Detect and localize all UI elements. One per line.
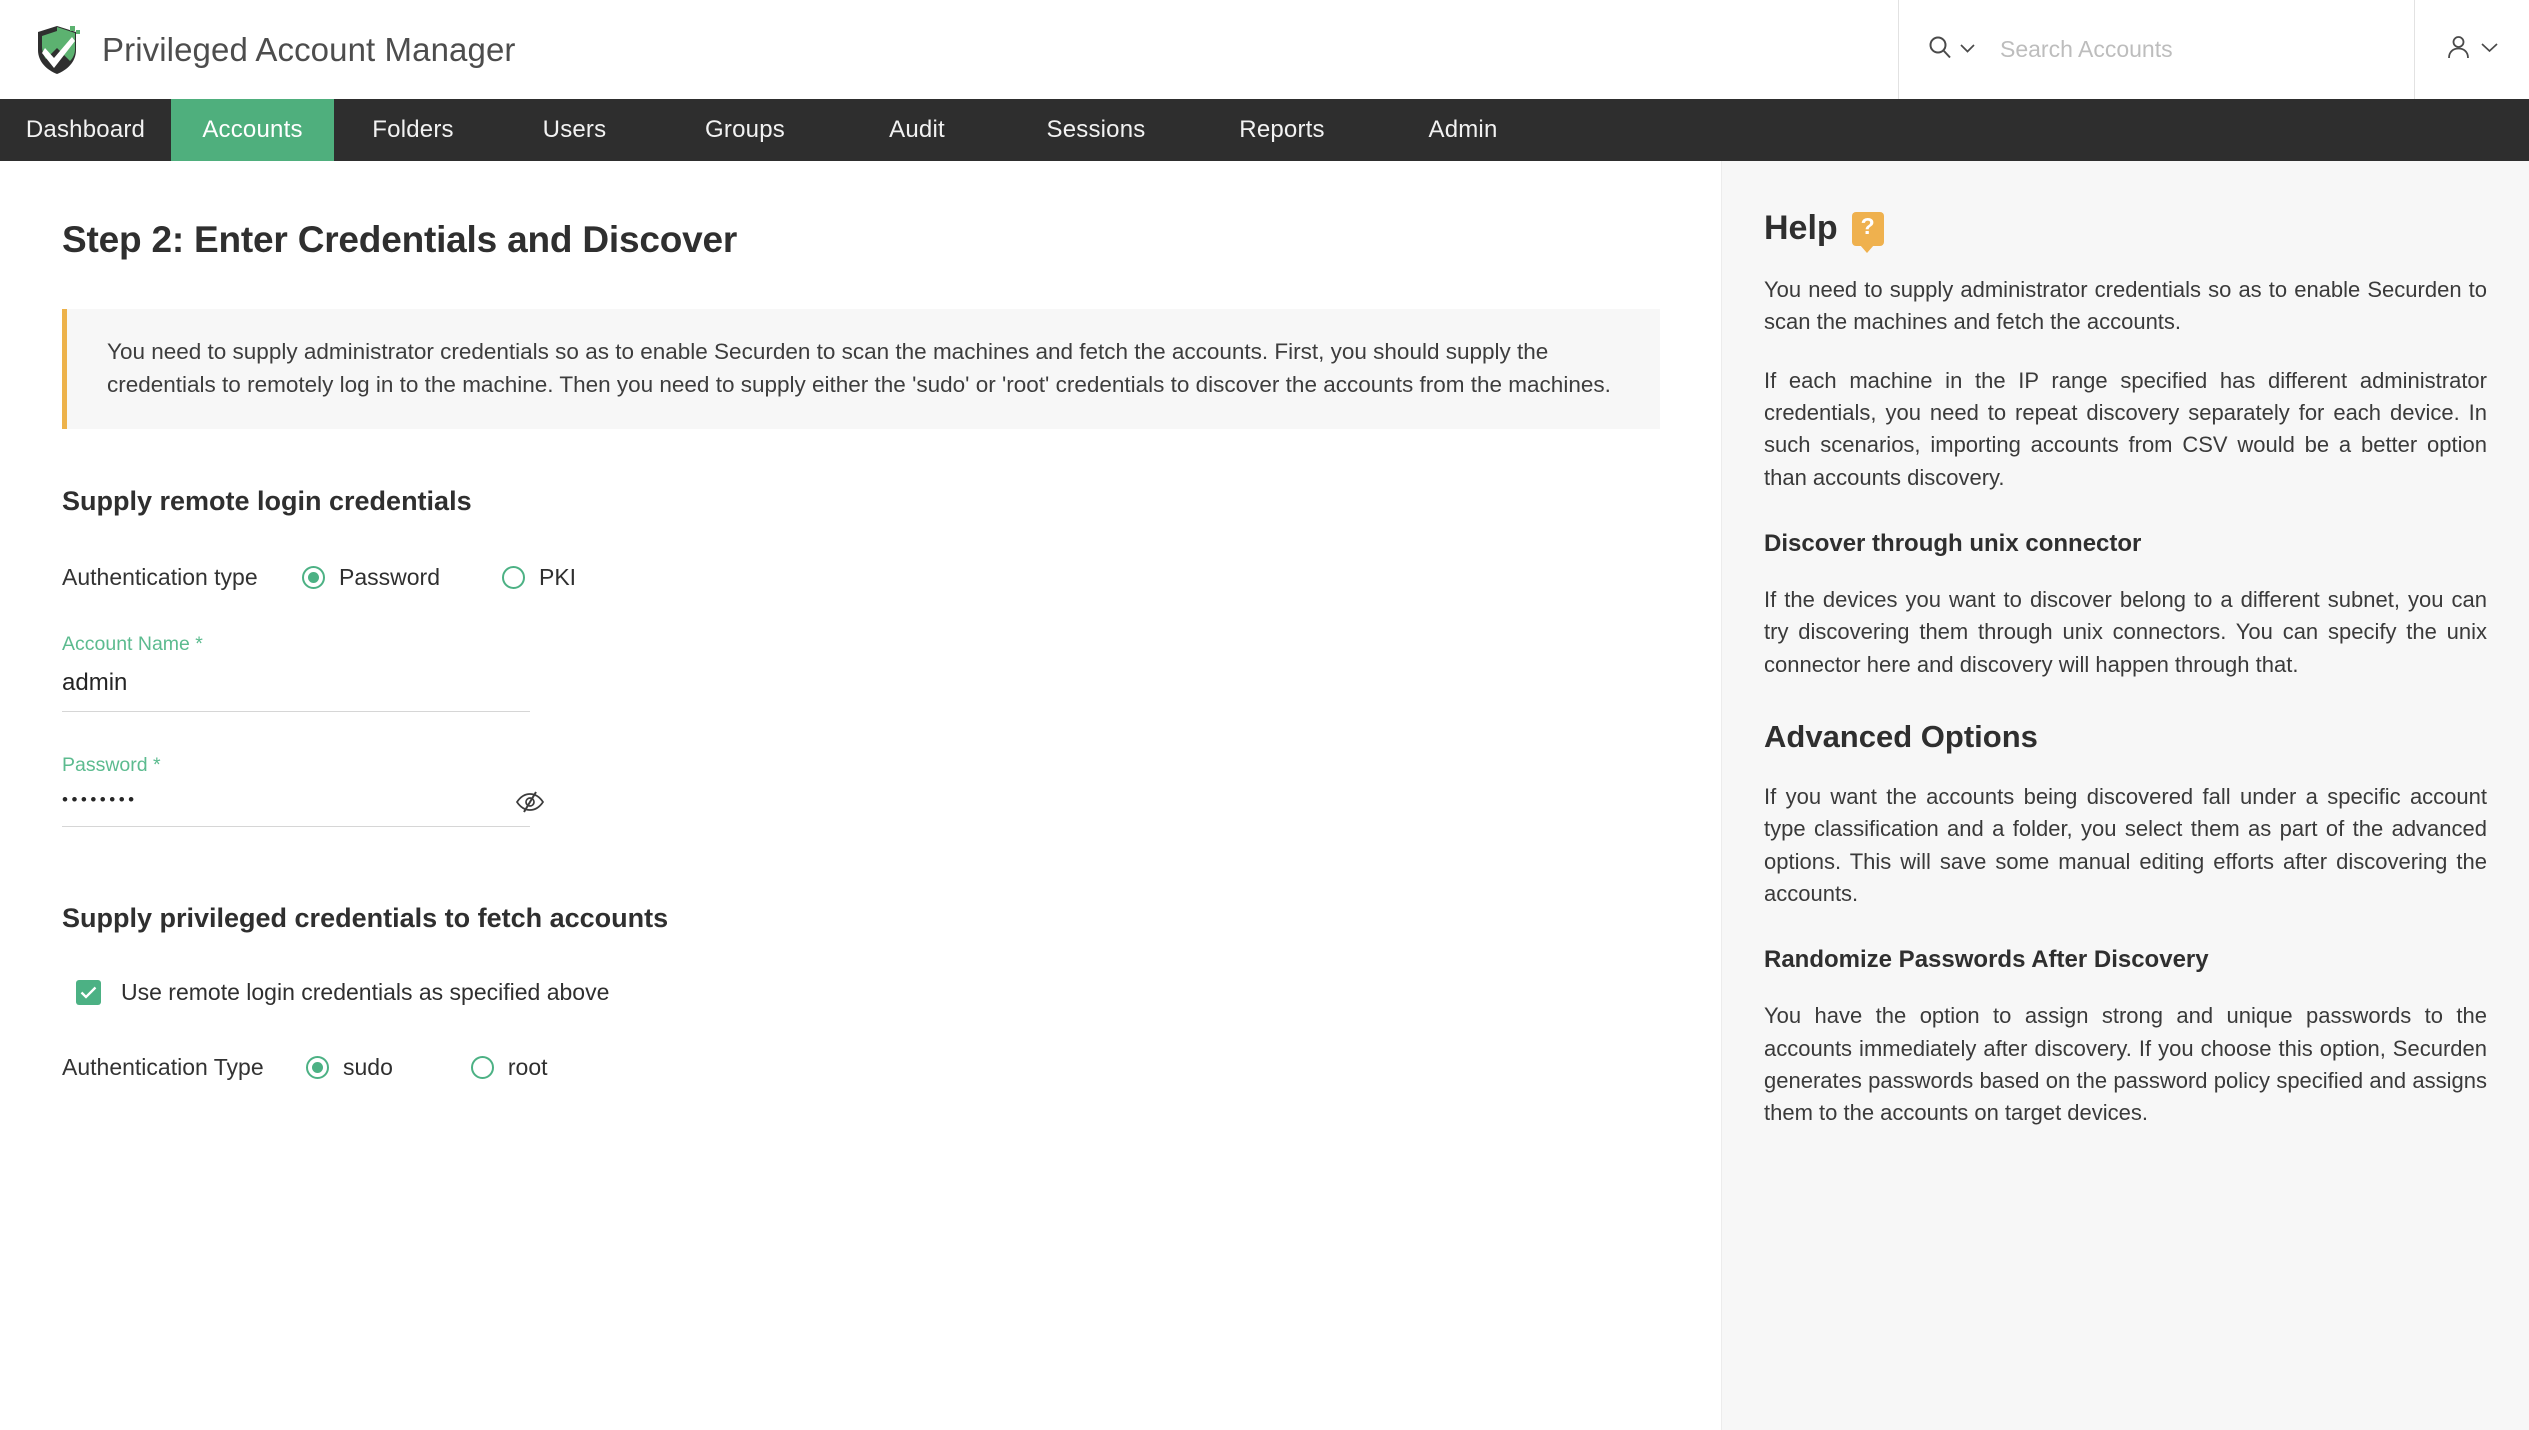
radio-label: root — [507, 1054, 548, 1081]
top-header-bar: Privileged Account Manager — [0, 0, 2529, 99]
password-input[interactable]: •••••••• — [62, 790, 530, 828]
nav-label: Audit — [889, 116, 945, 143]
nav-item-audit[interactable]: Audit — [833, 99, 1001, 161]
help-section-randomize-title: Randomize Passwords After Discovery — [1764, 946, 2209, 974]
nav-label: Sessions — [1046, 116, 1146, 143]
main-form-pane: Step 2: Enter Credentials and Discover Y… — [0, 161, 1721, 1430]
nav-item-sessions[interactable]: Sessions — [1001, 99, 1191, 161]
radio-icon-unselected — [470, 1056, 494, 1080]
app-title: Privileged Account Manager — [102, 30, 516, 68]
info-notice-box: You need to supply administrator credent… — [62, 309, 1660, 430]
radio-icon-selected — [302, 566, 325, 590]
help-section-advanced-body: If you want the accounts being discovere… — [1764, 783, 2487, 906]
account-name-label: Account Name * — [62, 633, 203, 656]
chevron-down-icon — [1959, 41, 1976, 59]
nav-label: Groups — [705, 116, 785, 143]
privileged-auth-type-row: Authentication Type sudo root — [62, 1054, 1661, 1081]
nav-label: Accounts — [202, 116, 303, 143]
search-scope-selector[interactable] — [1927, 34, 1976, 65]
question-mark-icon[interactable]: ? — [1851, 211, 1884, 253]
page-content: Step 2: Enter Credentials and Discover Y… — [0, 161, 2529, 1430]
privileged-credentials-heading: Supply privileged credentials to fetch a… — [62, 903, 669, 934]
radio-option-sudo[interactable]: sudo — [306, 1054, 393, 1081]
help-paragraph-2: If each machine in the IP range specifie… — [1764, 367, 2487, 490]
privileged-auth-type-label: Authentication Type — [62, 1054, 264, 1081]
help-header: Help ? — [1764, 209, 2487, 253]
nav-item-accounts[interactable]: Accounts — [171, 99, 334, 161]
help-section-unix-title: Discover through unix connector — [1764, 529, 2142, 557]
help-title: Help — [1764, 209, 1838, 247]
radio-icon-selected — [306, 1056, 329, 1080]
radio-label: PKI — [538, 564, 577, 591]
eye-off-icon[interactable] — [515, 791, 545, 813]
radio-option-pki[interactable]: PKI — [501, 564, 577, 591]
use-remote-credentials-label: Use remote login credentials as specifie… — [121, 979, 610, 1006]
nav-label: Dashboard — [25, 116, 146, 143]
brand-area[interactable]: Privileged Account Manager — [0, 24, 516, 76]
nav-label: Users — [542, 116, 607, 143]
remote-auth-type-label: Authentication type — [62, 564, 258, 591]
search-input[interactable] — [1990, 36, 2388, 63]
user-icon — [2445, 34, 2472, 66]
radio-label: Password — [339, 564, 440, 591]
chevron-down-icon — [2480, 41, 2499, 59]
nav-label: Admin — [1428, 116, 1498, 143]
help-section-unix-body: If the devices you want to discover belo… — [1764, 586, 2487, 677]
account-name-input[interactable] — [62, 669, 530, 713]
help-section-advanced-title: Advanced Options — [1764, 718, 2038, 754]
nav-item-folders[interactable]: Folders — [334, 99, 492, 161]
page-title: Step 2: Enter Credentials and Discover — [62, 219, 738, 260]
search-container[interactable] — [1898, 0, 2414, 99]
nav-item-reports[interactable]: Reports — [1191, 99, 1373, 161]
main-navigation: Dashboard Accounts Folders Users Groups … — [0, 99, 2529, 161]
remote-auth-type-row: Authentication type Password PKI — [62, 564, 1661, 591]
shield-check-logo-icon — [34, 24, 80, 76]
use-remote-credentials-checkbox-row[interactable]: Use remote login credentials as specifie… — [76, 979, 1661, 1006]
radio-option-password[interactable]: Password — [302, 564, 440, 591]
password-field-group: Password * •••••••• — [62, 754, 545, 828]
remote-credentials-heading: Supply remote login credentials — [62, 486, 472, 517]
nav-item-admin[interactable]: Admin — [1373, 99, 1553, 161]
nav-item-groups[interactable]: Groups — [657, 99, 833, 161]
user-menu-button[interactable] — [2414, 0, 2529, 99]
help-section-randomize-body: You have the option to assign strong and… — [1764, 1003, 2487, 1126]
search-icon — [1927, 34, 1953, 65]
nav-item-users[interactable]: Users — [492, 99, 657, 161]
password-label: Password * — [62, 754, 161, 777]
nav-label: Reports — [1239, 116, 1325, 143]
radio-option-root[interactable]: root — [470, 1054, 548, 1081]
help-paragraph-1: You need to supply administrator credent… — [1764, 277, 2487, 335]
radio-label: sudo — [343, 1054, 393, 1081]
help-sidebar: Help ? You need to supply administrator … — [1721, 161, 2529, 1430]
account-name-field-group: Account Name * — [62, 633, 530, 713]
header-right-tools — [1898, 0, 2529, 99]
info-notice-text: You need to supply administrator credent… — [107, 339, 1611, 398]
radio-icon-unselected — [501, 566, 525, 590]
nav-item-dashboard[interactable]: Dashboard — [0, 99, 171, 161]
checkbox-checked-icon — [76, 980, 101, 1006]
nav-label: Folders — [372, 116, 454, 143]
